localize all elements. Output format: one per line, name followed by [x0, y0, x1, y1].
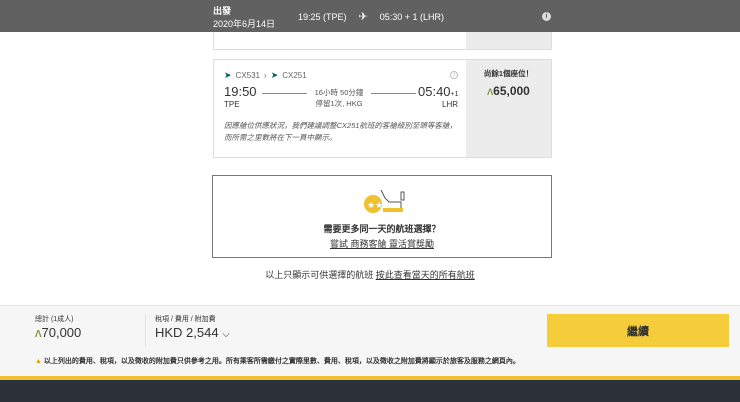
total-miles: ʌ70,000 — [35, 325, 81, 340]
arr-code: LHR — [442, 100, 459, 109]
header-label: 出發 — [213, 6, 232, 16]
duration: 16小時 50分鐘 — [314, 88, 364, 97]
header-arrive: 05:30 + 1 (LHR) — [379, 11, 445, 22]
continue-button[interactable]: 繼續 — [547, 314, 729, 347]
promo-link[interactable]: 嘗試 商務客艙 靈活賞獎勵 — [213, 237, 551, 250]
header-depart: 19:25 (TPE) — [298, 11, 347, 22]
upgrade-note: 因應艙位供應狀況，我們建議調整CX251航班的客艙級別至頭等客艙，而所需之里數將… — [224, 121, 457, 142]
airline-logo-icon: ➤ — [224, 70, 232, 80]
flight-card[interactable]: ➤ CX531 › ➤ CX251 i 19:50 TPE 16小時 50分鐘停… — [213, 59, 552, 158]
card-side — [466, 32, 551, 49]
airline-logo-icon: ➤ — [270, 70, 279, 80]
view-all-flights-link[interactable]: 按此查看當天的所有航班 — [376, 270, 475, 280]
dep-time: 19:50 — [224, 84, 257, 99]
chevron-down-icon: ⌵ — [222, 329, 230, 340]
tax-dropdown[interactable]: HKD 2,544 ⌵ — [155, 325, 230, 340]
promo-question: 需要更多同一天的航班選擇？ — [323, 224, 441, 234]
trip-header: 出發 2020年6月14日 19:25 (TPE) ✈ 05:30 + 1 (L… — [0, 0, 740, 32]
seats-left: 尚餘1個座位！ — [483, 69, 534, 78]
summary-bar: 總計 (1成人) ʌ70,000 稅項 / 費用 / 附加費 HKD 2,544… — [0, 305, 740, 376]
arr-time-value: 05:40 — [418, 84, 451, 99]
more-flights-promo: ★★ 需要更多同一天的航班選擇？ 嘗試 商務客艙 靈活賞獎勵 — [212, 175, 552, 258]
availability-text: 以上只顯示可供選擇的航班 — [265, 270, 374, 280]
flight-numbers: ➤ CX531 › ➤ CX251 — [224, 70, 307, 81]
availability-line: 以上只顯示可供選擇的航班 按此查看當天的所有航班 — [0, 268, 740, 281]
disclaimer: ▲ 以上列出的費用、稅項，以及徵收的附加費只供參考之用。所有乘客所需繳付之實際里… — [35, 356, 520, 366]
day-offset: +1 — [450, 91, 459, 98]
total-label: 總計 (1成人) — [35, 316, 74, 323]
segment-1: CX531 — [235, 71, 261, 80]
total-value: 70,000 — [41, 325, 82, 340]
stops: 停留1次, HKG — [315, 99, 363, 108]
flight-info-icon[interactable]: i — [450, 71, 458, 79]
tax-label: 稅項 / 費用 / 附加費 — [155, 316, 216, 323]
svg-text:★★: ★★ — [367, 200, 383, 210]
tax-value: HKD 2,544 — [155, 325, 219, 340]
previous-flight-card[interactable] — [213, 32, 552, 50]
chevron-right-icon: › — [264, 71, 267, 80]
dep-code: TPE — [224, 100, 240, 109]
arr-time: 05:40+1 — [418, 84, 459, 99]
miles-price: ʌ65,000 — [466, 84, 551, 98]
header-date: 2020年6月14日 — [213, 19, 276, 29]
info-icon[interactable]: i — [542, 12, 551, 21]
business-seat-icon: ★★ — [364, 189, 405, 213]
footer — [0, 380, 740, 402]
flight-duration: 16小時 50分鐘 停留1次, HKG — [264, 87, 414, 109]
price-value: 65,000 — [493, 84, 530, 98]
disclaimer-text: 以上列出的費用、稅項，以及徵收的附加費只供參考之用。所有乘客所需繳付之實際里數、… — [43, 358, 520, 365]
warning-icon: ▲ — [35, 358, 42, 365]
plane-icon: ✈ — [358, 11, 368, 23]
header-route: 19:25 (TPE) ✈ 05:30 + 1 (LHR) — [298, 10, 444, 23]
price-panel[interactable]: 尚餘1個座位！ ʌ65,000 — [466, 60, 551, 157]
segment-2: CX251 — [282, 71, 307, 80]
